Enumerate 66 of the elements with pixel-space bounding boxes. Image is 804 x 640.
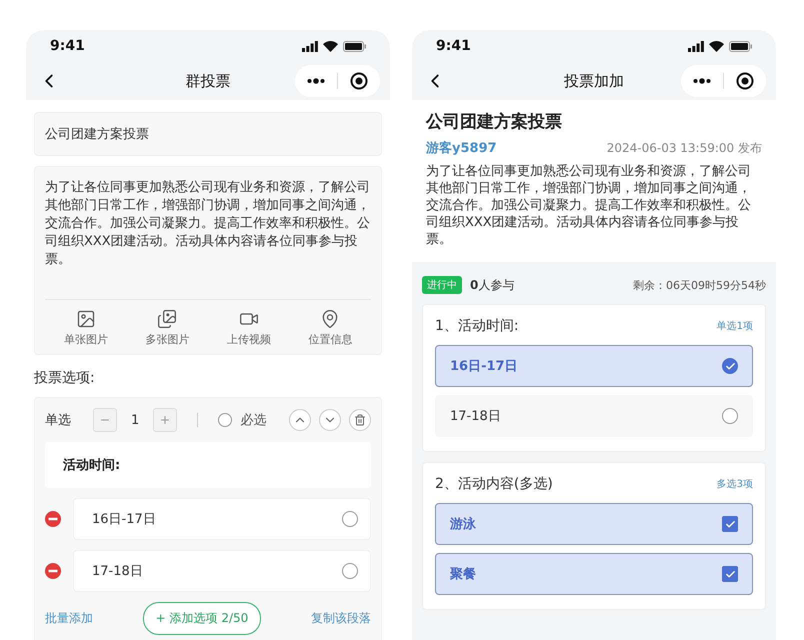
location-pin-icon xyxy=(320,309,340,329)
count-value: 1 xyxy=(131,412,140,428)
vote-option[interactable]: 聚餐 xyxy=(435,553,753,595)
status-badge: 进行中 xyxy=(422,276,462,294)
selection-rule: 单选1项 xyxy=(716,320,753,333)
move-up-button[interactable] xyxy=(289,409,311,431)
remove-icon[interactable] xyxy=(45,563,61,579)
check-icon xyxy=(724,568,736,580)
signal-icon xyxy=(302,40,318,52)
status-time: 9:41 xyxy=(50,38,85,54)
question-title: 1、活动时间: xyxy=(435,317,519,335)
type-label: 单选 xyxy=(45,412,71,429)
plus-icon xyxy=(159,414,172,426)
vote-option[interactable]: 16日-17日 xyxy=(435,345,753,387)
add-option-button[interactable]: + 添加选项 2/50 xyxy=(142,602,262,635)
delete-button[interactable] xyxy=(349,409,371,431)
check-icon xyxy=(724,518,736,530)
page-title: 投票加加 xyxy=(564,72,624,90)
images-icon xyxy=(157,309,178,329)
checkbox[interactable] xyxy=(722,516,738,532)
more-icon[interactable] xyxy=(307,78,325,84)
battery-icon xyxy=(729,40,752,52)
option-radio[interactable] xyxy=(342,563,358,579)
status-time: 9:41 xyxy=(436,38,471,54)
attachment-button[interactable]: 多张图片 xyxy=(126,308,208,348)
close-target-icon[interactable] xyxy=(350,72,368,90)
checkbox[interactable] xyxy=(722,566,738,582)
batch-add-link[interactable]: 批量添加 xyxy=(45,610,93,627)
remaining-time: 剩余：06天09时59分54秒 xyxy=(633,278,766,292)
trash-icon xyxy=(354,414,366,426)
required-radio[interactable] xyxy=(218,413,232,427)
question-title: 2、活动内容(多选) xyxy=(435,475,553,493)
title-field[interactable]: 公司团建方案投票 xyxy=(34,112,382,156)
more-icon[interactable] xyxy=(693,78,711,84)
participants-count: 0人参与 xyxy=(470,276,514,294)
option-field[interactable]: 17-18日 xyxy=(73,550,371,592)
description-field[interactable]: 为了让各位同事更加熟悉公司现有业务和资源，了解公司其他部门日常工作，增强部门协调，增加同事之间沟通，交流合作。加强公司凝聚力。提高工作效率和积极性。公司组织XXX团建活动。活动具体内容请各位同事参与投票。 xyxy=(45,179,371,300)
move-down-button[interactable] xyxy=(319,409,341,431)
increment-button[interactable] xyxy=(153,408,178,432)
attachment-button[interactable]: 单张图片 xyxy=(45,308,126,348)
close-target-icon[interactable] xyxy=(736,72,754,90)
signal-icon xyxy=(688,40,704,52)
vote-option[interactable]: 游泳 xyxy=(435,503,753,545)
question-title-field[interactable]: 活动时间: xyxy=(45,442,371,488)
image-icon xyxy=(76,309,96,329)
poll-title: 公司团建方案投票 xyxy=(426,111,563,133)
page-title: 群投票 xyxy=(186,72,230,90)
publish-time: 2024-06-03 13:59:00 发布 xyxy=(606,140,762,156)
attachment-button[interactable]: 位置信息 xyxy=(290,308,371,348)
poll-description: 为了让各位同事更加熟悉公司现有业务和资源，了解公司其他部门日常工作，增强部门协调，增加同事之间沟通，交流合作。加强公司凝聚力。提高工作效率和积极性。公司组织XXX团建活动。活动具体内容请各位同事参与投票。 xyxy=(426,163,752,248)
radio[interactable] xyxy=(722,408,738,424)
option-field[interactable]: 16日-17日 xyxy=(73,498,371,540)
required-label: 必选 xyxy=(240,412,266,429)
remove-icon[interactable] xyxy=(45,511,61,527)
radio[interactable] xyxy=(722,358,738,374)
wifi-icon xyxy=(709,40,724,52)
section-heading: 投票选项: xyxy=(34,369,96,387)
selection-rule: 多选3项 xyxy=(716,478,753,491)
wifi-icon xyxy=(323,40,338,52)
copy-section-link[interactable]: 复制该段落 xyxy=(310,610,371,627)
check-icon xyxy=(724,360,736,372)
attachment-button[interactable]: 上传视频 xyxy=(208,308,290,348)
author-link[interactable]: 游客y5897 xyxy=(426,139,497,157)
option-radio[interactable] xyxy=(342,511,358,527)
vote-option[interactable]: 17-18日 xyxy=(435,395,753,437)
battery-icon xyxy=(343,40,366,52)
